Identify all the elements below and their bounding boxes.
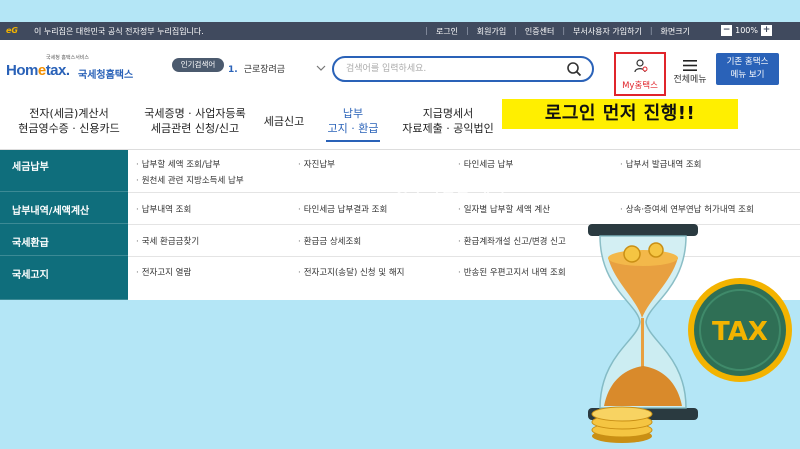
dept-user-signup-link[interactable]: 부서사용자 가입하기 [573,26,642,37]
nav-label: 전자(세금)계산서 [29,107,109,120]
link-refund-detail[interactable]: 환급금 상세조회 [298,235,361,247]
link-pay-others-tax[interactable]: 타인세금 납부 [458,158,514,170]
link-e-notice-apply[interactable]: 전자고지(송달) 신청 및 해지 [298,266,405,278]
login-first-banner: 로그인 먼저 진행!! [502,99,738,129]
gov-links: | 로그인 | 회원가입 | 인증센터 | 부서사용자 가입하기 | 화면크기 [425,26,764,37]
gov-notice-text: 이 누리집은 대한민국 공식 전자정부 누리집입니다. [34,27,204,36]
separator: | [466,26,469,35]
logo-wordmark: Hometax. [6,62,70,79]
logo-wordmark-part: Hom [6,62,38,79]
nav-tax-filing[interactable]: 세금신고 [258,114,310,129]
separator: | [425,26,428,35]
nav-label: 세금관련 신청/신고 [150,122,240,135]
login-link[interactable]: 로그인 [436,26,458,37]
popular-keyword: 근로장려금 [243,65,286,75]
link-find-refund[interactable]: 국세 환급금찾기 [136,235,199,247]
nav-label: 납부 [342,107,364,120]
separator: | [649,26,653,35]
popular-rank: 1. [228,65,238,75]
category-tax-payment[interactable]: 세금납부 [0,150,128,192]
watermark: @부지런한 개미 [395,178,507,196]
link-local-income-tax[interactable]: 원천세 관련 지방소득세 납부 [136,174,244,186]
link-bill-history[interactable]: 납부서 발급내역 조회 [620,158,702,170]
link-daily-tax-calc[interactable]: 일자별 납부할 세액 계산 [458,203,550,215]
link-returned-notice[interactable]: 반송된 우편고지서 내역 조회 [458,266,566,278]
category-tax-refund[interactable]: 국세환급 [0,224,128,256]
screen-size-label: 화면크기 [660,27,690,36]
link-payment-history[interactable]: 납부내역 조회 [136,203,192,215]
search-input[interactable] [346,62,556,76]
egov-logo: eG [6,26,18,35]
nav-label: 국세증명 · 사업자등록 [144,107,246,120]
nav-label: 고지 · 환급 [327,122,379,135]
coin-stack-icon [591,406,653,443]
tax-coin-text: TAX [712,317,768,347]
zoom-control: − 100% + [721,25,772,36]
popular-search-select[interactable]: 1. 근로장려금 [228,62,328,78]
hamburger-icon [683,56,697,71]
logo-wordmark-accent: e [37,62,46,79]
tax-coin-icon: TAX [688,278,792,382]
logo-subtitle: 국세청 홈택스서비스 [46,55,89,61]
header: 국세청 홈택스서비스 Hometax. 국세청홈택스 인기검색어 1. 근로장려금… [0,40,800,98]
all-menu-label: 전체메뉴 [673,75,707,85]
hourglass-tax-illustration: TAX [560,218,800,449]
category-tax-notice[interactable]: 국세고지 [0,256,128,300]
zoom-in-button[interactable]: + [761,25,772,36]
gov-notice-bar: eG 이 누리집은 대한민국 공식 전자정부 누리집입니다. | 로그인 | 회… [0,22,800,40]
legacy-menu-line2: 메뉴 보기 [730,70,765,80]
separator: | [514,26,517,35]
legacy-menu-line1: 기존 홈택스 [726,57,769,67]
logo-wordmark-part: tax. [45,62,70,79]
nav-payment-statement[interactable]: 지급명세서 자료제출 · 공익법인 [398,106,498,136]
nav-tax-certificate[interactable]: 국세증명 · 사업자등록 세금관련 신청/신고 [140,106,250,136]
logo-korean-name: 국세청홈택스 [78,70,134,81]
auth-center-link[interactable]: 인증센터 [525,26,554,37]
legacy-menu-button[interactable]: 기존 홈택스 메뉴 보기 [716,53,779,85]
popular-search-badge: 인기검색어 [172,58,224,72]
signup-link[interactable]: 회원가입 [477,26,506,37]
my-hometax-label: My홈택스 [622,81,658,91]
nav-e-invoice[interactable]: 전자(세금)계산서 현금영수증 · 신용카드 [14,106,124,136]
category-payment-history[interactable]: 납부내역/세액계산 [0,192,128,224]
link-e-notice-view[interactable]: 전자고지 열람 [136,266,192,278]
link-pay-due-tax[interactable]: 납부할 세액 조회/납부 [136,158,221,170]
hourglass-icon [588,224,698,420]
zoom-out-button[interactable]: − [721,25,733,36]
link-others-payment-result[interactable]: 타인세금 납부결과 조회 [298,203,388,215]
hometax-logo[interactable]: 국세청 홈택스서비스 Hometax. 국세청홈택스 [6,54,136,84]
zoom-value: 100% [735,26,758,35]
nav-payment[interactable]: 납부 고지 · 환급 [326,106,380,142]
separator: | [562,26,566,35]
search-box [332,56,594,82]
link-refund-account[interactable]: 환급계좌개설 신고/변경 신고 [458,235,566,247]
user-gear-icon [634,58,648,73]
link-self-payment[interactable]: 자진납부 [298,158,335,170]
link-installment-permit[interactable]: 상속·증여세 연부연납 허가내역 조회 [620,203,754,215]
nav-label: 세금신고 [263,115,305,128]
nav-label: 현금영수증 · 신용카드 [18,122,120,135]
search-icon[interactable] [566,61,582,77]
all-menu-button[interactable]: 전체메뉴 [670,54,710,90]
my-hometax-button[interactable]: My홈택스 [614,52,666,96]
chevron-down-icon [316,63,326,76]
nav-label: 지급명세서 [422,107,474,120]
nav-label: 자료제출 · 공익법인 [402,122,494,135]
page: eG 이 누리집은 대한민국 공식 전자정부 누리집입니다. | 로그인 | 회… [0,0,800,449]
